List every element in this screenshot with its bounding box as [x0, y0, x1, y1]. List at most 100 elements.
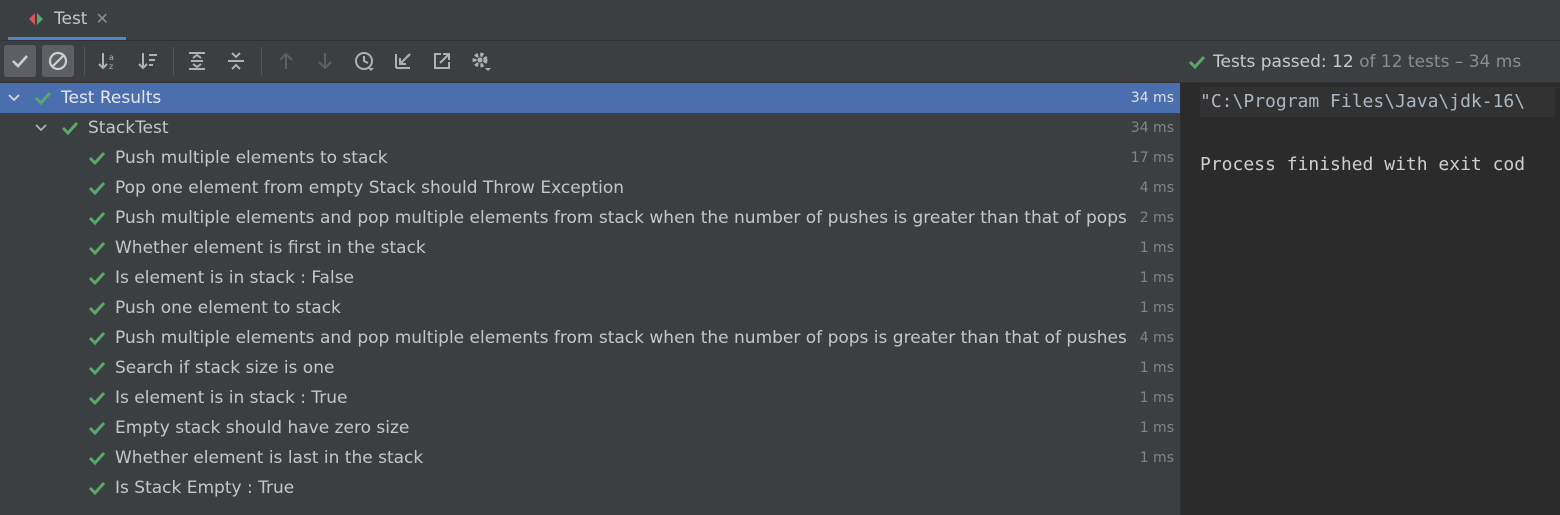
tree-node-stacktest[interactable]: StackTest 34 ms — [0, 113, 1180, 143]
test-status-bar: Tests passed: 12 of 12 tests – 34 ms — [1180, 41, 1560, 83]
test-name: Pop one element from empty Stack should … — [115, 178, 625, 198]
test-duration: 4 ms — [1139, 330, 1174, 346]
test-results-tree: Test Results 34 ms StackTest 34 ms Push … — [0, 83, 1180, 515]
close-icon[interactable]: ✕ — [95, 9, 108, 28]
test-duration: 1 ms — [1139, 240, 1174, 256]
test-duration: 1 ms — [1139, 270, 1174, 286]
tests-passed-summary: Tests passed: 12 of 12 tests – 34 ms — [1213, 52, 1521, 72]
passed-check-icon — [88, 181, 106, 196]
chevron-down-icon[interactable] — [7, 91, 21, 105]
test-row[interactable]: Empty stack should have zero size 1 ms — [0, 413, 1180, 443]
export-icon — [434, 53, 450, 69]
console-command-line: "C:\Program Files\Java\jdk-16\ — [1200, 87, 1556, 117]
test-name: Push multiple elements and pop multiple … — [115, 208, 1127, 228]
test-name: Whether element is last in the stack — [115, 448, 424, 468]
test-name: Is element is in stack : True — [115, 388, 348, 408]
test-row[interactable]: Push multiple elements and pop multiple … — [0, 323, 1180, 353]
clock-history-icon — [355, 52, 374, 71]
arrow-down-icon — [318, 53, 332, 70]
import-icon — [395, 53, 411, 69]
svg-text:z: z — [109, 62, 113, 71]
toolbar-separator — [261, 47, 262, 75]
status-rest: of 12 tests – 34 ms — [1359, 51, 1522, 72]
test-row[interactable]: Is element is in stack : True 1 ms — [0, 383, 1180, 413]
test-history-button[interactable] — [348, 45, 380, 77]
test-duration: 2 ms — [1139, 210, 1174, 226]
test-row[interactable]: Pop one element from empty Stack should … — [0, 173, 1180, 203]
test-name: Push multiple elements and pop multiple … — [115, 328, 1127, 348]
tree-node-label: Test Results — [61, 88, 162, 108]
collapse-all-icon — [228, 52, 244, 70]
passed-check-icon — [88, 421, 106, 436]
test-row[interactable]: Search if stack size is one 1 ms — [0, 353, 1180, 383]
sort-duration-icon — [138, 53, 157, 70]
chevron-down-icon[interactable] — [34, 121, 48, 135]
test-name: Search if stack size is one — [115, 358, 335, 378]
tree-node-duration: 34 ms — [1130, 120, 1174, 136]
test-duration: 1 ms — [1139, 360, 1174, 376]
tree-node-duration: 34 ms — [1130, 90, 1174, 106]
test-name: Push one element to stack — [115, 298, 341, 318]
toolbar-separator — [84, 47, 85, 75]
passed-check-icon — [88, 331, 106, 346]
expand-all-icon — [189, 52, 205, 70]
collapse-all-button[interactable] — [220, 45, 252, 77]
passed-check-icon — [88, 481, 106, 496]
passed-check-icon — [88, 151, 106, 166]
show-passed-icon — [12, 55, 28, 68]
run-config-icon — [26, 11, 46, 27]
sort-alphabetically-button[interactable]: a z — [92, 45, 124, 77]
test-runner-toolbar: a z — [0, 41, 1180, 83]
test-duration: 1 ms — [1139, 420, 1174, 436]
next-failed-test-button[interactable] — [309, 45, 341, 77]
previous-failed-test-button[interactable] — [270, 45, 302, 77]
sort-by-duration-button[interactable] — [132, 45, 164, 77]
tree-node-label: StackTest — [88, 118, 169, 138]
test-row[interactable]: Push one element to stack 1 ms — [0, 293, 1180, 323]
settings-button[interactable] — [465, 45, 497, 77]
console-exit-line: Process finished with exit cod — [1200, 154, 1526, 175]
toolbar-separator — [173, 47, 174, 75]
console-output[interactable]: "C:\Program Files\Java\jdk-16\ Process f… — [1181, 83, 1560, 515]
export-tests-button[interactable] — [426, 45, 458, 77]
passed-check-icon — [88, 211, 106, 226]
tab-test[interactable]: Test ✕ — [8, 0, 126, 40]
test-name: Is element is in stack : False — [115, 268, 355, 288]
test-duration: 4 ms — [1139, 180, 1174, 196]
test-row[interactable]: Push multiple elements to stack 17 ms — [0, 143, 1180, 173]
test-duration: 1 ms — [1139, 300, 1174, 316]
passed-check-icon — [88, 451, 106, 466]
test-row[interactable]: Whether element is first in the stack 1 … — [0, 233, 1180, 263]
test-duration: 1 ms — [1139, 390, 1174, 406]
test-name: Is Stack Empty : True — [115, 478, 295, 498]
test-duration: 1 ms — [1139, 450, 1174, 466]
arrow-up-icon — [279, 52, 293, 69]
tree-node-test-results[interactable]: Test Results 34 ms — [0, 83, 1180, 113]
test-name: Empty stack should have zero size — [115, 418, 410, 438]
test-duration: 17 ms — [1130, 150, 1174, 166]
test-name: Whether element is first in the stack — [115, 238, 426, 258]
sort-alpha-icon: a z — [98, 53, 114, 71]
import-tests-button[interactable] — [387, 45, 419, 77]
test-row[interactable]: Push multiple elements and pop multiple … — [0, 203, 1180, 233]
passed-check-icon — [88, 361, 106, 376]
settings-gear-icon — [472, 52, 491, 71]
passed-check-icon — [88, 391, 106, 406]
show-ignored-button[interactable] — [42, 45, 74, 77]
tab-label: Test — [54, 8, 88, 29]
svg-text:a: a — [109, 53, 114, 62]
passed-check-icon — [34, 91, 52, 106]
status-count: 12 — [1332, 51, 1354, 72]
passed-check-icon — [88, 241, 106, 256]
test-name: Push multiple elements to stack — [115, 148, 388, 168]
test-row[interactable]: Is element is in stack : False 1 ms — [0, 263, 1180, 293]
tool-window-tabbar: Test ✕ — [0, 0, 1560, 41]
status-label: Tests passed: — [1213, 51, 1327, 72]
passed-check-icon — [88, 301, 106, 316]
passed-check-icon — [88, 271, 106, 286]
test-row[interactable]: Whether element is last in the stack 1 m… — [0, 443, 1180, 473]
expand-all-button[interactable] — [181, 45, 213, 77]
test-row[interactable]: Is Stack Empty : True — [0, 473, 1180, 503]
show-passed-button[interactable] — [4, 45, 36, 77]
show-ignored-icon — [48, 51, 68, 71]
